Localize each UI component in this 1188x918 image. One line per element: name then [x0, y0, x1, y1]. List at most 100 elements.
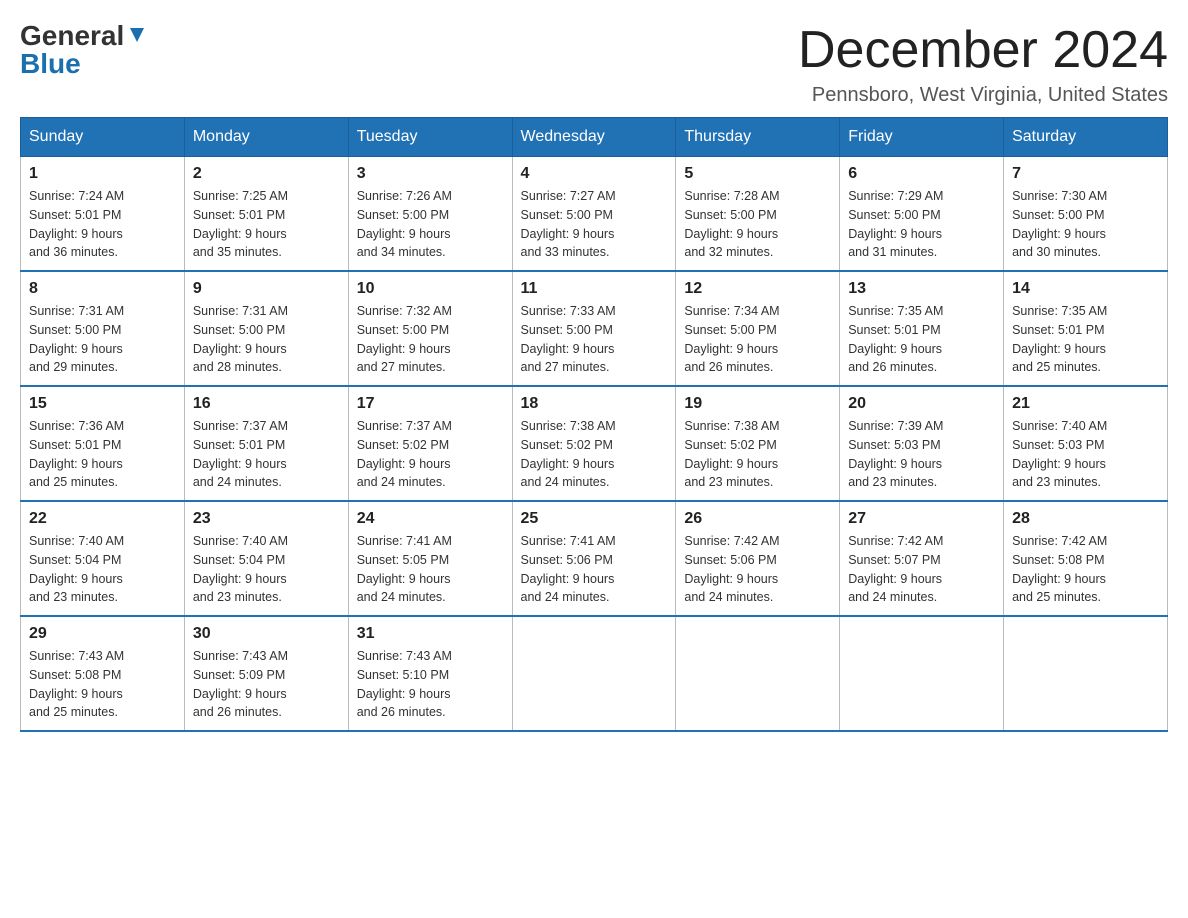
calendar-day-cell: 10 Sunrise: 7:32 AMSunset: 5:00 PMDaylig… [348, 271, 512, 386]
day-info: Sunrise: 7:38 AMSunset: 5:02 PMDaylight:… [684, 419, 779, 489]
day-info: Sunrise: 7:40 AMSunset: 5:04 PMDaylight:… [193, 534, 288, 604]
day-number: 23 [193, 510, 340, 528]
day-info: Sunrise: 7:35 AMSunset: 5:01 PMDaylight:… [848, 304, 943, 374]
day-info: Sunrise: 7:38 AMSunset: 5:02 PMDaylight:… [521, 419, 616, 489]
day-info: Sunrise: 7:30 AMSunset: 5:00 PMDaylight:… [1012, 189, 1107, 259]
day-info: Sunrise: 7:43 AMSunset: 5:09 PMDaylight:… [193, 649, 288, 719]
calendar-day-cell: 24 Sunrise: 7:41 AMSunset: 5:05 PMDaylig… [348, 501, 512, 616]
day-info: Sunrise: 7:42 AMSunset: 5:07 PMDaylight:… [848, 534, 943, 604]
day-info: Sunrise: 7:42 AMSunset: 5:08 PMDaylight:… [1012, 534, 1107, 604]
day-number: 28 [1012, 510, 1159, 528]
day-number: 2 [193, 165, 340, 183]
day-number: 22 [29, 510, 176, 528]
title-section: December 2024 Pennsboro, West Virginia, … [798, 20, 1168, 107]
day-of-week-header: Wednesday [512, 118, 676, 157]
logo-blue: Blue [20, 48, 81, 80]
day-info: Sunrise: 7:41 AMSunset: 5:05 PMDaylight:… [357, 534, 452, 604]
day-info: Sunrise: 7:39 AMSunset: 5:03 PMDaylight:… [848, 419, 943, 489]
calendar-day-cell: 30 Sunrise: 7:43 AMSunset: 5:09 PMDaylig… [184, 616, 348, 731]
day-info: Sunrise: 7:43 AMSunset: 5:10 PMDaylight:… [357, 649, 452, 719]
day-number: 30 [193, 625, 340, 643]
day-info: Sunrise: 7:37 AMSunset: 5:01 PMDaylight:… [193, 419, 288, 489]
calendar-day-cell: 25 Sunrise: 7:41 AMSunset: 5:06 PMDaylig… [512, 501, 676, 616]
day-info: Sunrise: 7:43 AMSunset: 5:08 PMDaylight:… [29, 649, 124, 719]
day-of-week-header: Friday [840, 118, 1004, 157]
calendar-day-cell: 13 Sunrise: 7:35 AMSunset: 5:01 PMDaylig… [840, 271, 1004, 386]
calendar-day-cell: 15 Sunrise: 7:36 AMSunset: 5:01 PMDaylig… [21, 386, 185, 501]
calendar-day-cell: 14 Sunrise: 7:35 AMSunset: 5:01 PMDaylig… [1004, 271, 1168, 386]
calendar-day-cell: 8 Sunrise: 7:31 AMSunset: 5:00 PMDayligh… [21, 271, 185, 386]
day-number: 29 [29, 625, 176, 643]
day-number: 5 [684, 165, 831, 183]
calendar-week-row: 15 Sunrise: 7:36 AMSunset: 5:01 PMDaylig… [21, 386, 1168, 501]
calendar-day-cell [1004, 616, 1168, 731]
day-info: Sunrise: 7:33 AMSunset: 5:00 PMDaylight:… [521, 304, 616, 374]
calendar-day-cell: 27 Sunrise: 7:42 AMSunset: 5:07 PMDaylig… [840, 501, 1004, 616]
day-number: 4 [521, 165, 668, 183]
day-info: Sunrise: 7:41 AMSunset: 5:06 PMDaylight:… [521, 534, 616, 604]
logo-triangle-icon [126, 24, 148, 46]
day-info: Sunrise: 7:37 AMSunset: 5:02 PMDaylight:… [357, 419, 452, 489]
day-info: Sunrise: 7:31 AMSunset: 5:00 PMDaylight:… [193, 304, 288, 374]
day-info: Sunrise: 7:42 AMSunset: 5:06 PMDaylight:… [684, 534, 779, 604]
day-number: 12 [684, 280, 831, 298]
day-info: Sunrise: 7:32 AMSunset: 5:00 PMDaylight:… [357, 304, 452, 374]
day-info: Sunrise: 7:26 AMSunset: 5:00 PMDaylight:… [357, 189, 452, 259]
day-number: 26 [684, 510, 831, 528]
day-number: 18 [521, 395, 668, 413]
day-number: 11 [521, 280, 668, 298]
day-number: 14 [1012, 280, 1159, 298]
calendar-day-cell: 29 Sunrise: 7:43 AMSunset: 5:08 PMDaylig… [21, 616, 185, 731]
day-number: 20 [848, 395, 995, 413]
calendar-day-cell: 2 Sunrise: 7:25 AMSunset: 5:01 PMDayligh… [184, 157, 348, 272]
day-info: Sunrise: 7:24 AMSunset: 5:01 PMDaylight:… [29, 189, 124, 259]
day-of-week-header: Sunday [21, 118, 185, 157]
calendar-day-cell: 11 Sunrise: 7:33 AMSunset: 5:00 PMDaylig… [512, 271, 676, 386]
calendar-day-cell [840, 616, 1004, 731]
calendar-week-row: 1 Sunrise: 7:24 AMSunset: 5:01 PMDayligh… [21, 157, 1168, 272]
calendar-day-cell: 12 Sunrise: 7:34 AMSunset: 5:00 PMDaylig… [676, 271, 840, 386]
calendar-day-cell: 17 Sunrise: 7:37 AMSunset: 5:02 PMDaylig… [348, 386, 512, 501]
day-info: Sunrise: 7:40 AMSunset: 5:03 PMDaylight:… [1012, 419, 1107, 489]
calendar-day-cell: 4 Sunrise: 7:27 AMSunset: 5:00 PMDayligh… [512, 157, 676, 272]
calendar-table: SundayMondayTuesdayWednesdayThursdayFrid… [20, 117, 1168, 732]
logo: General Blue [20, 20, 148, 80]
day-number: 15 [29, 395, 176, 413]
calendar-day-cell: 16 Sunrise: 7:37 AMSunset: 5:01 PMDaylig… [184, 386, 348, 501]
day-number: 17 [357, 395, 504, 413]
calendar-day-cell [676, 616, 840, 731]
calendar-week-row: 29 Sunrise: 7:43 AMSunset: 5:08 PMDaylig… [21, 616, 1168, 731]
calendar-week-row: 8 Sunrise: 7:31 AMSunset: 5:00 PMDayligh… [21, 271, 1168, 386]
calendar-day-cell: 6 Sunrise: 7:29 AMSunset: 5:00 PMDayligh… [840, 157, 1004, 272]
day-of-week-header: Tuesday [348, 118, 512, 157]
calendar-day-cell: 20 Sunrise: 7:39 AMSunset: 5:03 PMDaylig… [840, 386, 1004, 501]
day-number: 13 [848, 280, 995, 298]
day-number: 31 [357, 625, 504, 643]
calendar-day-cell: 22 Sunrise: 7:40 AMSunset: 5:04 PMDaylig… [21, 501, 185, 616]
day-number: 25 [521, 510, 668, 528]
day-info: Sunrise: 7:29 AMSunset: 5:00 PMDaylight:… [848, 189, 943, 259]
calendar-day-cell: 1 Sunrise: 7:24 AMSunset: 5:01 PMDayligh… [21, 157, 185, 272]
day-number: 9 [193, 280, 340, 298]
calendar-day-cell: 31 Sunrise: 7:43 AMSunset: 5:10 PMDaylig… [348, 616, 512, 731]
day-number: 1 [29, 165, 176, 183]
calendar-day-cell: 26 Sunrise: 7:42 AMSunset: 5:06 PMDaylig… [676, 501, 840, 616]
day-number: 19 [684, 395, 831, 413]
day-info: Sunrise: 7:34 AMSunset: 5:00 PMDaylight:… [684, 304, 779, 374]
calendar-day-cell: 7 Sunrise: 7:30 AMSunset: 5:00 PMDayligh… [1004, 157, 1168, 272]
day-number: 16 [193, 395, 340, 413]
day-info: Sunrise: 7:27 AMSunset: 5:00 PMDaylight:… [521, 189, 616, 259]
calendar-week-row: 22 Sunrise: 7:40 AMSunset: 5:04 PMDaylig… [21, 501, 1168, 616]
day-info: Sunrise: 7:40 AMSunset: 5:04 PMDaylight:… [29, 534, 124, 604]
day-info: Sunrise: 7:35 AMSunset: 5:01 PMDaylight:… [1012, 304, 1107, 374]
day-of-week-header: Thursday [676, 118, 840, 157]
day-number: 7 [1012, 165, 1159, 183]
day-number: 3 [357, 165, 504, 183]
day-number: 27 [848, 510, 995, 528]
calendar-day-cell: 3 Sunrise: 7:26 AMSunset: 5:00 PMDayligh… [348, 157, 512, 272]
calendar-day-cell: 18 Sunrise: 7:38 AMSunset: 5:02 PMDaylig… [512, 386, 676, 501]
page-header: General Blue December 2024 Pennsboro, We… [20, 20, 1168, 107]
day-number: 10 [357, 280, 504, 298]
day-number: 6 [848, 165, 995, 183]
calendar-day-cell: 23 Sunrise: 7:40 AMSunset: 5:04 PMDaylig… [184, 501, 348, 616]
